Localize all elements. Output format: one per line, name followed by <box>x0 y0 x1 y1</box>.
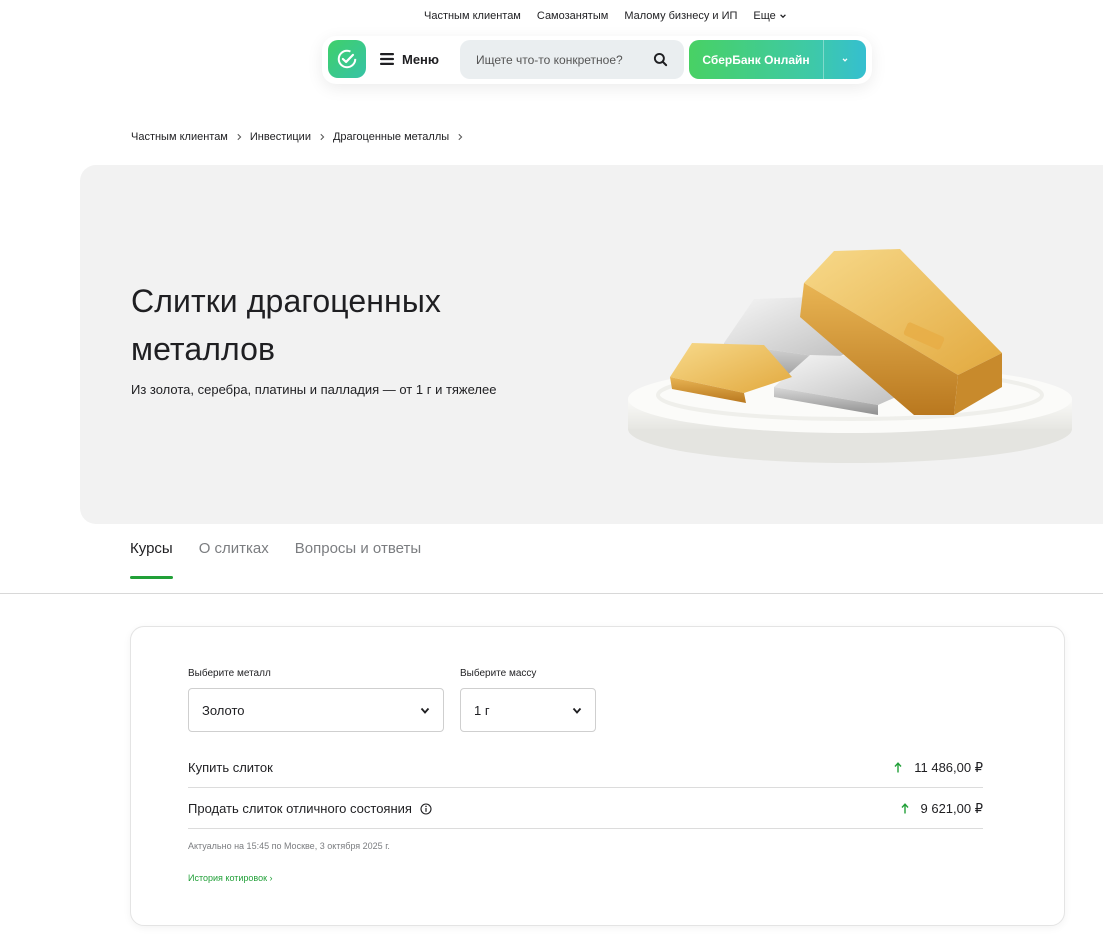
header-bar: Меню СберБанк Онлайн <box>322 36 872 84</box>
sber-logo-icon[interactable] <box>328 40 366 78</box>
buy-price-group: 11 486,00 ₽ <box>894 760 983 776</box>
chevron-down-icon <box>842 57 848 62</box>
tab-about[interactable]: О слитках <box>199 540 269 578</box>
buy-price: 11 486,00 ₽ <box>914 759 983 775</box>
hero-banner: Слитки драгоценных металлов Из золота, с… <box>80 165 1103 524</box>
buy-label: Купить слиток <box>188 760 273 775</box>
metal-select[interactable]: Золото <box>188 688 444 732</box>
history-link[interactable]: История котировок › <box>188 873 273 883</box>
arrow-up-icon <box>900 803 909 814</box>
tab-rates[interactable]: Курсы <box>130 540 173 579</box>
divider <box>0 593 1103 594</box>
top-link-selfemployed[interactable]: Самозанятым <box>537 10 608 22</box>
sell-price: 9 621,00 ₽ <box>920 800 984 816</box>
search-input[interactable] <box>476 52 646 67</box>
top-link-more[interactable]: Еще <box>753 10 786 22</box>
chevron-down-icon <box>420 707 430 714</box>
page-subtitle: Из золота, серебра, платины и палладия —… <box>131 382 497 397</box>
search-icon[interactable] <box>653 52 668 67</box>
buy-row: Купить слиток 11 486,00 ₽ <box>188 748 983 788</box>
arrow-up-icon <box>894 762 902 773</box>
sell-row: Продать слиток отличного состояния 9 621… <box>188 789 983 829</box>
sber-online-dropdown[interactable] <box>824 56 866 64</box>
sell-price-group: 9 621,00 ₽ <box>900 800 984 817</box>
mass-select-label: Выберите массу <box>460 668 537 679</box>
mass-select[interactable]: 1 г <box>460 688 596 732</box>
mass-select-value: 1 г <box>474 702 490 718</box>
tab-faq[interactable]: Вопросы и ответы <box>295 540 421 578</box>
chevron-down-icon <box>779 14 786 19</box>
page-title: Слитки драгоценных металлов <box>131 283 442 367</box>
breadcrumb-item-metals[interactable]: Драгоценные металлы <box>333 131 449 143</box>
menu-icon <box>380 53 394 65</box>
chevron-right-icon <box>320 133 325 141</box>
top-link-more-label: Еще <box>753 10 776 22</box>
breadcrumb-item-investments[interactable]: Инвестиции <box>250 131 311 143</box>
top-nav: Частным клиентам Самозанятым Малому бизн… <box>424 10 787 22</box>
tab-bar: Курсы О слитках Вопросы и ответы <box>130 540 421 579</box>
metal-select-value: Золото <box>202 702 245 718</box>
top-link-business[interactable]: Малому бизнесу и ИП <box>624 10 737 22</box>
top-link-private[interactable]: Частным клиентам <box>424 10 521 22</box>
metal-select-label: Выберите металл <box>188 668 271 679</box>
sber-online-label: СберБанк Онлайн <box>702 52 810 67</box>
rates-updated-text: Актуально на 15:45 по Москве, 3 октября … <box>188 841 390 851</box>
rates-card: Выберите металл Золото Выберите массу 1 … <box>130 626 1065 926</box>
chevron-down-icon <box>572 707 582 714</box>
sber-online-button[interactable]: СберБанк Онлайн <box>689 40 866 79</box>
breadcrumb: Частным клиентам Инвестиции Драгоценные … <box>131 131 464 143</box>
menu-button[interactable]: Меню <box>380 46 439 72</box>
chevron-right-icon <box>237 133 242 141</box>
breadcrumb-item-private[interactable]: Частным клиентам <box>131 131 228 143</box>
sell-name-group: Продать слиток отличного состояния <box>188 801 432 816</box>
search-box[interactable] <box>460 40 684 79</box>
metal-bars-illustration <box>628 249 1072 463</box>
menu-label: Меню <box>402 51 440 67</box>
chevron-right-icon <box>458 133 463 141</box>
info-icon[interactable] <box>420 802 432 815</box>
sell-label: Продать слиток отличного состояния <box>188 801 412 816</box>
